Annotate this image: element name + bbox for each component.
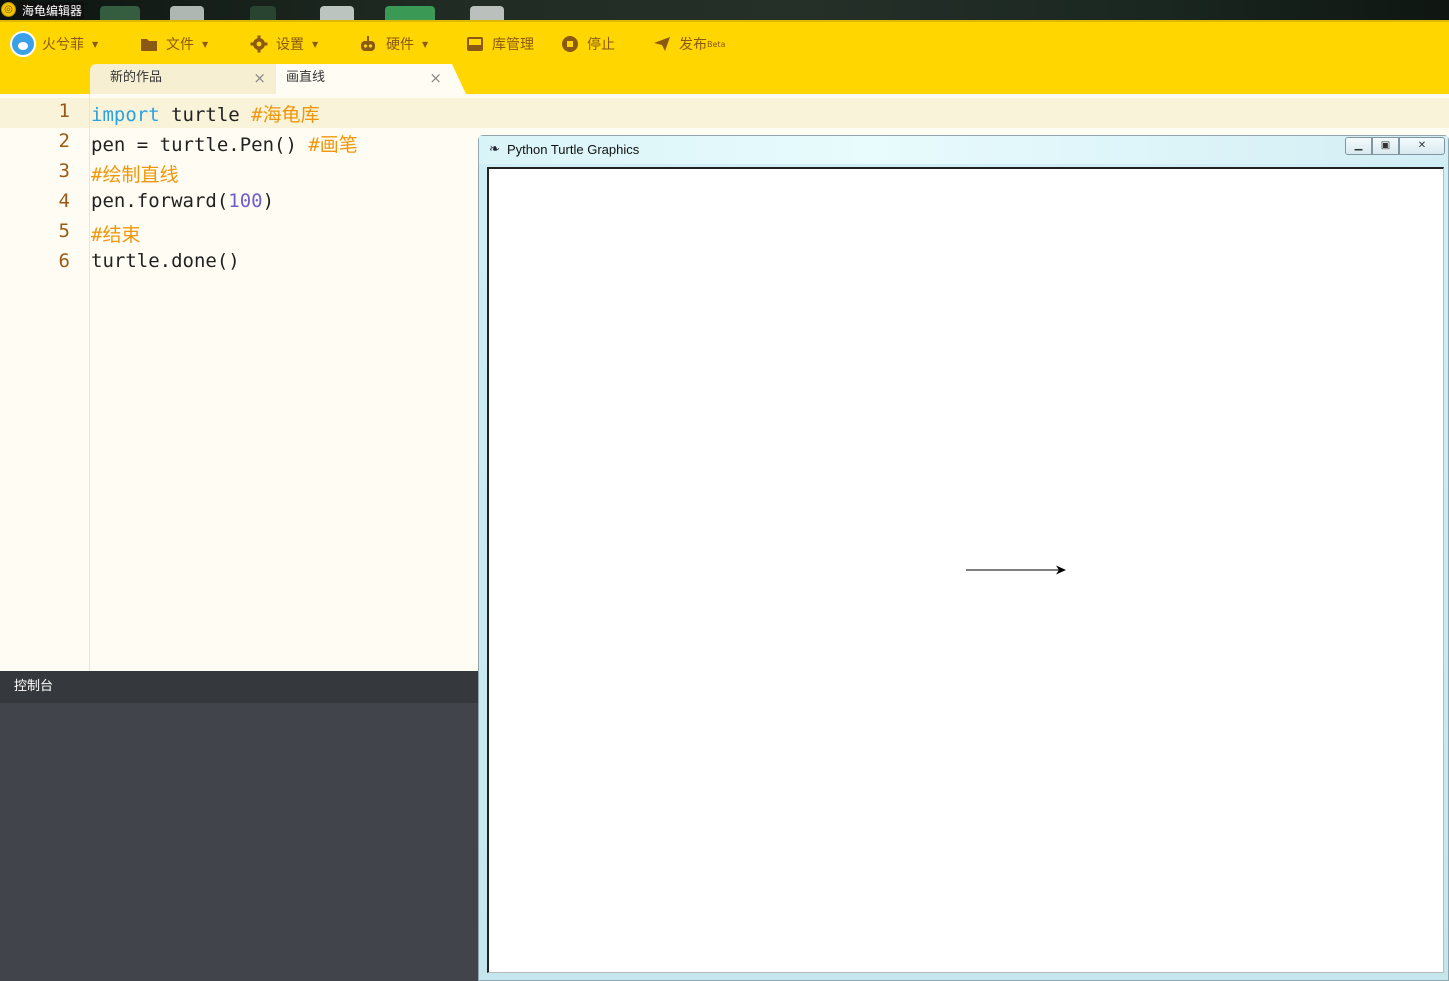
os-title-bar: ◎ 海龟编辑器 (0, 0, 1449, 20)
code-token: turtle (159, 104, 252, 126)
code-comment: #海龟库 (251, 104, 320, 126)
folder-icon (141, 38, 157, 51)
code-line[interactable]: #结束 (91, 220, 140, 247)
publish-label: 发布 (679, 37, 707, 53)
tab-label: 画直线 (286, 70, 326, 85)
inbox-icon (467, 37, 483, 51)
user-name: 火兮菲 (42, 37, 84, 53)
file-menu-label: 文件 (166, 37, 194, 53)
console-title: 控制台 (0, 671, 480, 703)
hardware-menu-label: 硬件 (386, 37, 414, 53)
code-token: pen.forward( (91, 190, 229, 212)
chevron-down-icon: ▼ (92, 39, 99, 49)
publish-button[interactable]: 发布 Beta (653, 33, 725, 55)
close-window-button[interactable]: ✕ (1399, 137, 1445, 155)
line-number: 6 (58, 250, 70, 272)
line-number: 1 (58, 100, 70, 122)
code-comment: #画笔 (308, 134, 358, 156)
settings-menu[interactable]: 设置 ▼ (250, 33, 318, 55)
code-line[interactable]: pen.forward(100) (91, 190, 274, 212)
close-icon: ✕ (1417, 140, 1427, 151)
code-line[interactable]: pen = turtle.Pen() #画笔 (91, 130, 358, 157)
tab-label: 新的作品 (110, 70, 163, 85)
close-icon[interactable]: × (429, 64, 442, 92)
beta-badge: Beta (707, 39, 726, 49)
tab-draw-line[interactable]: 画直线 × (276, 64, 466, 94)
gear-icon (250, 35, 268, 53)
code-editor[interactable]: 1 2 3 4 5 6 import turtle #海龟库 pen = turtle.Pe… (0, 94, 1449, 671)
restore-button[interactable]: ▣ (1372, 137, 1399, 155)
turtle-window-titlebar[interactable]: ❧ Python Turtle Graphics ▁ ▣ ✕ (479, 136, 1448, 164)
stop-icon (562, 36, 578, 52)
code-keyword: import (91, 104, 160, 126)
turtle-window-title: Python Turtle Graphics (507, 142, 640, 157)
os-window-title: 海龟编辑器 (20, 2, 85, 19)
code-line[interactable]: import turtle #海龟库 (91, 100, 320, 127)
hardware-menu[interactable]: 硬件 ▼ (358, 33, 428, 55)
turtle-canvas[interactable] (487, 167, 1444, 973)
feather-icon: ❧ (489, 142, 500, 157)
tab-new-work[interactable]: 新的作品 × (90, 64, 276, 94)
line-number: 5 (58, 220, 70, 242)
avatar (10, 31, 36, 57)
library-manager-button[interactable]: 库管理 (466, 33, 534, 55)
line-number-gutter: 1 2 3 4 5 6 (0, 94, 90, 671)
code-line[interactable]: turtle.done() (91, 250, 240, 272)
restore-icon: ▣ (1380, 140, 1391, 151)
minimize-button[interactable]: ▁ (1345, 137, 1372, 155)
turtle-graphics-window: ❧ Python Turtle Graphics ▁ ▣ ✕ (478, 135, 1449, 981)
code-comment: #结束 (91, 224, 141, 246)
robot-icon (361, 36, 375, 51)
close-icon[interactable]: × (253, 64, 266, 92)
code-comment: #绘制直线 (91, 164, 179, 186)
chevron-down-icon: ▼ (422, 39, 429, 49)
file-menu[interactable]: 文件 ▼ (140, 33, 208, 55)
line-number: 2 (58, 130, 70, 152)
turtle-drawing (966, 565, 1066, 575)
chevron-down-icon: ▼ (202, 39, 209, 49)
line-number: 3 (58, 160, 70, 182)
user-menu[interactable]: 火兮菲 ▼ (10, 30, 98, 58)
chevron-down-icon: ▼ (312, 39, 319, 49)
stop-button[interactable]: 停止 (561, 33, 615, 55)
main-toolbar: 火兮菲 ▼ 文件 ▼ 设置 ▼ 硬件 ▼ 库管理 停止 发布 Beta (0, 20, 1449, 64)
settings-menu-label: 设置 (276, 37, 304, 53)
stop-label: 停止 (587, 37, 615, 53)
code-line[interactable]: #绘制直线 (91, 160, 178, 187)
code-token: ) (262, 190, 275, 212)
library-manager-label: 库管理 (492, 37, 534, 53)
paper-plane-icon (654, 37, 670, 51)
editor-tab-bar: 新的作品 × 画直线 × (0, 64, 1449, 94)
console-panel: 控制台 (0, 671, 480, 981)
code-number: 100 (228, 190, 263, 212)
code-token: pen = turtle.Pen() (91, 134, 309, 156)
code-token: turtle.done() (91, 250, 240, 272)
line-number: 4 (58, 190, 70, 212)
minimize-icon: ▁ (1354, 140, 1363, 151)
app-logo-icon: ◎ (1, 2, 16, 17)
